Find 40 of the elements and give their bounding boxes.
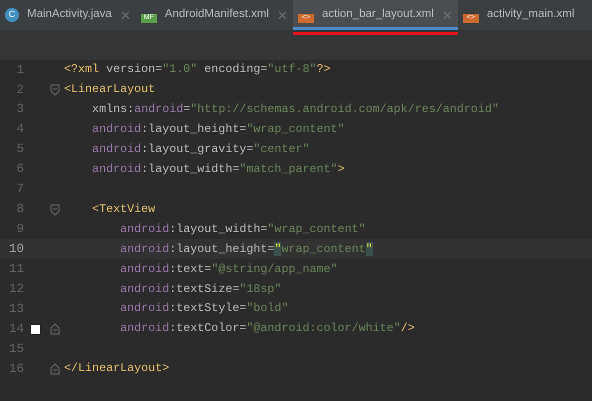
line-number: 14 (8, 320, 24, 338)
line-number: 4 (15, 121, 24, 138)
tab-label: AndroidManifest.xml (164, 7, 269, 22)
code-line: android:layout_height="wrap_content" (91, 121, 345, 138)
unfold-end-icon[interactable] (50, 363, 60, 376)
line-number: 1 (15, 62, 24, 79)
line-number: 8 (15, 201, 24, 218)
code-line: xmlns:android="http://schemas.android.com/apk/res/android" (91, 101, 499, 118)
line-number: 12 (8, 280, 24, 298)
code-line: </LinearLayout> (63, 360, 170, 378)
code-line: <LinearLayout (63, 81, 156, 98)
line-number: 16 (8, 360, 24, 378)
line-number: 15 (8, 340, 24, 358)
line-number: 6 (15, 161, 24, 178)
tab-label: MainActivity.java (27, 7, 112, 22)
line-number: 3 (15, 101, 24, 118)
line-number: 13 (8, 300, 24, 318)
code-line: <TextView (91, 200, 156, 218)
code-line: android:layout_width="match_parent"> (91, 160, 345, 178)
code-line: android:layout_width="wrap_content" (119, 220, 366, 238)
code-line: android:textSize="18sp" (119, 280, 282, 298)
code-line: android:text="@string/app_name" (119, 260, 338, 278)
line-number: 2 (15, 82, 24, 99)
code-line: <?xml version="1.0" encoding="utf-8"?> (63, 61, 331, 78)
fold-icon[interactable] (50, 84, 60, 96)
tab-label: action_bar_layout.xml (322, 7, 434, 22)
line-number: 10 (8, 241, 24, 258)
code-line: android:textStyle="bold" (119, 300, 288, 318)
code-line: android:layout_height="wrap_content" (119, 240, 373, 258)
line-number: 9 (15, 221, 24, 238)
class-icon: C (5, 8, 19, 22)
code-line: android:layout_gravity="center" (91, 140, 310, 158)
line-number: 11 (8, 260, 24, 278)
fold-icon[interactable] (50, 204, 60, 216)
code-line: android:textColor="@android:color/white"/> (119, 320, 415, 338)
file-tab[interactable]: C MainActivity.java ✕ (0, 0, 136, 36)
line-number: 5 (15, 141, 24, 158)
line-number: 7 (15, 181, 24, 198)
unfold-end-icon[interactable] (50, 323, 60, 336)
tab-label: activity_main.xml (486, 7, 574, 22)
